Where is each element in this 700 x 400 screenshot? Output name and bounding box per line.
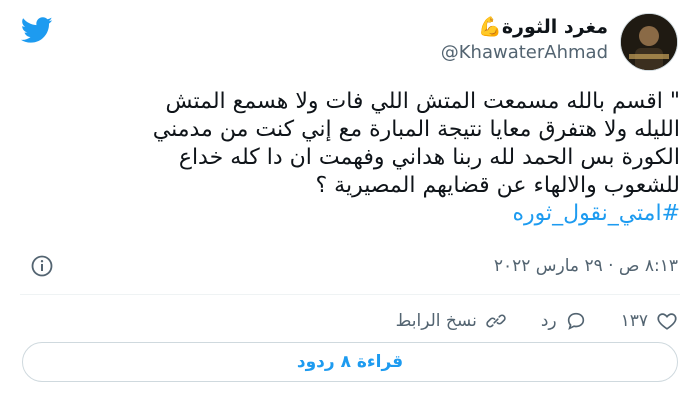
user-handle[interactable]: @KhawaterAhmad <box>441 40 608 66</box>
heart-icon <box>657 313 677 330</box>
hashtag-link[interactable]: #امتي_نقول_ثوره <box>512 201 680 226</box>
link-icon <box>486 314 506 328</box>
tweet-timestamp[interactable]: ٨:١٣ ص · ٢٩ مارس ٢٠٢٢ <box>494 256 678 276</box>
reply-label: رد <box>540 311 557 331</box>
copy-link-label: نسخ الرابط <box>395 311 477 331</box>
twitter-bird-icon[interactable] <box>18 14 56 46</box>
tweet-text: " اقسم بالله مسمعت المتش اللي فات ولا هس… <box>25 88 680 228</box>
reply-bubble-icon <box>567 312 584 330</box>
reply-button[interactable]: رد <box>541 310 587 332</box>
read-replies-button[interactable]: قراءة ٨ ردود <box>22 342 678 382</box>
tweet-actions: ١٣٧ رد نسخ الرابط <box>396 304 678 338</box>
info-icon[interactable] <box>30 254 54 278</box>
profile-photo-icon <box>621 14 677 70</box>
like-count: ١٣٧ <box>620 311 648 331</box>
display-name[interactable]: مغرد الثورة💪 <box>441 14 608 40</box>
copy-link-button[interactable]: نسخ الرابط <box>396 310 507 332</box>
divider <box>20 294 680 295</box>
author-info[interactable]: مغرد الثورة💪 @KhawaterAhmad <box>441 14 608 66</box>
tweet-card: مغرد الثورة💪 @KhawaterAhmad " اقسم بالله… <box>0 0 700 400</box>
avatar[interactable] <box>620 13 678 71</box>
tweet-body: " اقسم بالله مسمعت المتش اللي فات ولا هس… <box>152 89 680 198</box>
like-button[interactable]: ١٣٧ <box>621 310 678 332</box>
